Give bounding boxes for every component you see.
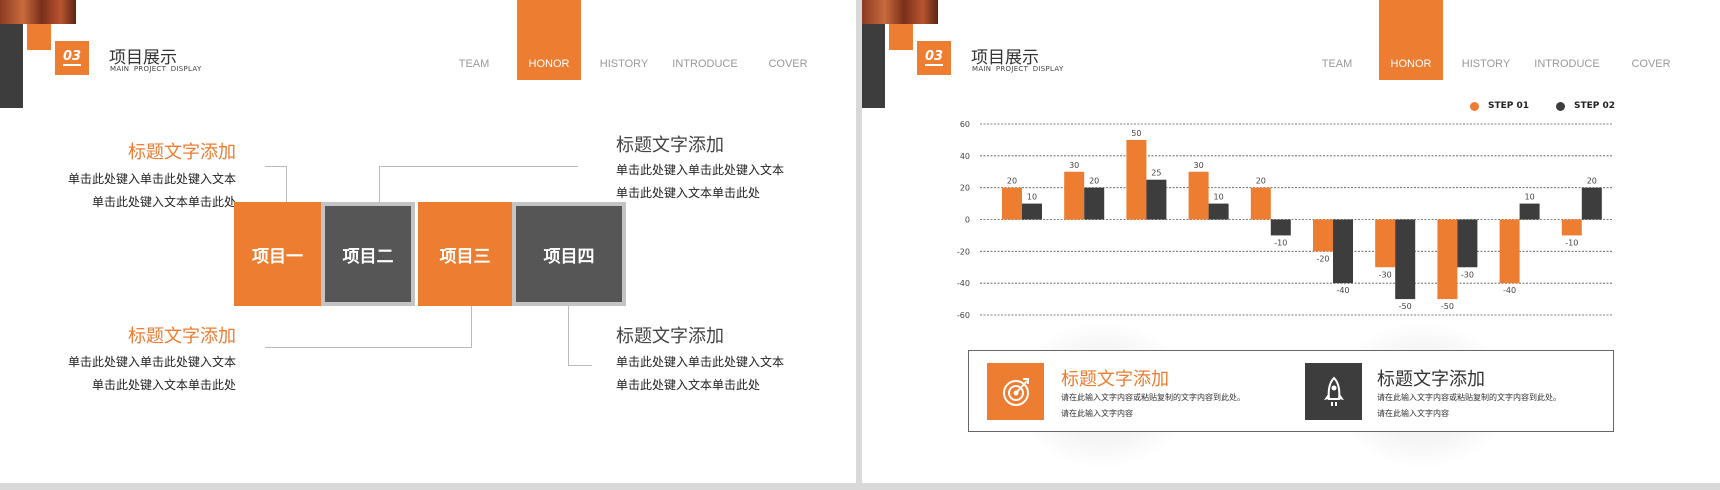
bar-step01-1 (1002, 187, 1022, 220)
bar-step02-4 (1208, 203, 1229, 220)
decor-dark-bar (0, 24, 23, 108)
info-title-2: 标题文字添加 (1377, 369, 1485, 390)
info-text-2: 请在此输入文字内容或粘贴复制的文字内容到此处。 请在此输入文字内容 (1377, 393, 1561, 418)
data-label: 20 (1256, 177, 1266, 186)
block-title-bottom-left: 标题文字添加 (128, 326, 236, 347)
slide-chart: 03 项目展示 MAIN PROJECT DISPLAY TEAM HONOR … (862, 0, 1720, 483)
nav-honor[interactable]: HONOR (517, 0, 581, 80)
data-label: -40 (1336, 286, 1349, 295)
y-tick-label: -60 (957, 311, 970, 320)
data-label: -50 (1399, 302, 1412, 311)
bar-step02-1 (1022, 203, 1042, 220)
info-text-1: 请在此输入文字内容或粘贴复制的文字内容到此处。 请在此输入文字内容 (1061, 393, 1245, 418)
data-label: 20 (1587, 177, 1597, 186)
bar-step01-3 (1126, 139, 1147, 220)
bar-step01-6 (1313, 219, 1333, 252)
header-photo (0, 0, 76, 24)
project-box-3: 项目三 (418, 202, 512, 306)
data-label: -30 (1461, 270, 1474, 279)
bar-step01-8 (1437, 219, 1458, 300)
section-subtitle: MAIN PROJECT DISPLAY (110, 65, 202, 73)
y-tick-label: 40 (960, 152, 970, 161)
data-label: -10 (1274, 238, 1287, 247)
block-title-top-left: 标题文字添加 (128, 142, 236, 163)
bar-step01-9 (1499, 219, 1520, 284)
nav-history[interactable]: HISTORY (592, 0, 656, 80)
project-box-2: 项目二 (321, 202, 415, 306)
data-label: 50 (1131, 129, 1141, 138)
project-box-1: 项目一 (234, 202, 321, 306)
bar-step02-8 (1457, 219, 1478, 268)
connector-line (379, 166, 380, 202)
block-text-bottom-right: 单击此处键入单击此处键入文本 单击此处键入文本单击此处 (616, 355, 785, 392)
block-title-top-right: 标题文字添加 (616, 135, 724, 156)
connector-line (568, 306, 569, 366)
data-label: 10 (1214, 193, 1224, 202)
bar-step02-5 (1270, 219, 1291, 236)
connector-line (379, 166, 578, 167)
data-label: 20 (1007, 177, 1017, 186)
block-title-bottom-right: 标题文字添加 (616, 326, 724, 347)
data-label: 25 (1151, 169, 1161, 178)
block-text-top-left: 单击此处键入单击此处键入文本 单击此处键入文本单击此处 (67, 172, 236, 209)
nav-cover[interactable]: COVER (756, 0, 820, 80)
data-label: 20 (1089, 177, 1099, 186)
data-label: -30 (1379, 270, 1392, 279)
bar-step01-10 (1561, 219, 1582, 236)
block-text-bottom-left: 单击此处键入单击此处键入文本 单击此处键入文本单击此处 (67, 355, 236, 392)
y-tick-label: 20 (960, 184, 970, 193)
nav-team[interactable]: TEAM (442, 0, 506, 80)
y-tick-label: -40 (957, 279, 970, 288)
y-tick-label: 0 (965, 216, 970, 225)
target-icon (987, 363, 1044, 420)
data-label: -10 (1565, 238, 1578, 247)
connector-line (471, 306, 472, 348)
info-panel: 标题文字添加 请在此输入文字内容或粘贴复制的文字内容到此处。 请在此输入文字内容 … (968, 350, 1614, 432)
bar-step01-2 (1064, 171, 1085, 220)
bar-step02-10 (1581, 187, 1602, 220)
y-tick-label: 60 (960, 120, 970, 129)
rocket-icon (1305, 363, 1362, 420)
data-label: 10 (1525, 193, 1535, 202)
connector-line (568, 365, 592, 366)
connector-line (265, 166, 287, 167)
data-label: -20 (1316, 254, 1329, 263)
info-title-1: 标题文字添加 (1061, 369, 1169, 390)
decor-orange-square (27, 24, 51, 50)
section-number: 03 (55, 41, 89, 75)
bar-step01-5 (1250, 187, 1271, 220)
data-label: -50 (1441, 302, 1454, 311)
bar-step02-2 (1084, 187, 1105, 220)
block-text-top-right: 单击此处键入单击此处键入文本 单击此处键入文本单击此处 (616, 163, 785, 200)
bar-step02-7 (1395, 219, 1416, 300)
bar-step02-9 (1519, 203, 1540, 220)
bar-chart: 60 40 20 0 -20 -40 -60 20 30 50 30 20 -20 -30 -50 -40 -1… (957, 120, 1612, 320)
data-label: 30 (1194, 161, 1204, 170)
y-tick-label: -20 (957, 247, 970, 256)
bar-step02-3 (1146, 179, 1167, 220)
connector-line (265, 347, 472, 348)
nav-introduce[interactable]: INTRODUCE (667, 0, 743, 80)
data-label: -40 (1503, 286, 1516, 295)
data-label: 10 (1027, 193, 1037, 202)
bar-step01-4 (1188, 171, 1209, 220)
bar-step02-6 (1333, 219, 1353, 284)
bar-step01-7 (1375, 219, 1396, 268)
data-label: 30 (1069, 161, 1079, 170)
project-box-4: 项目四 (512, 202, 626, 306)
connector-line (286, 166, 287, 202)
slide-project-overview: 03 项目展示 MAIN PROJECT DISPLAY TEAM HONOR … (0, 0, 856, 483)
